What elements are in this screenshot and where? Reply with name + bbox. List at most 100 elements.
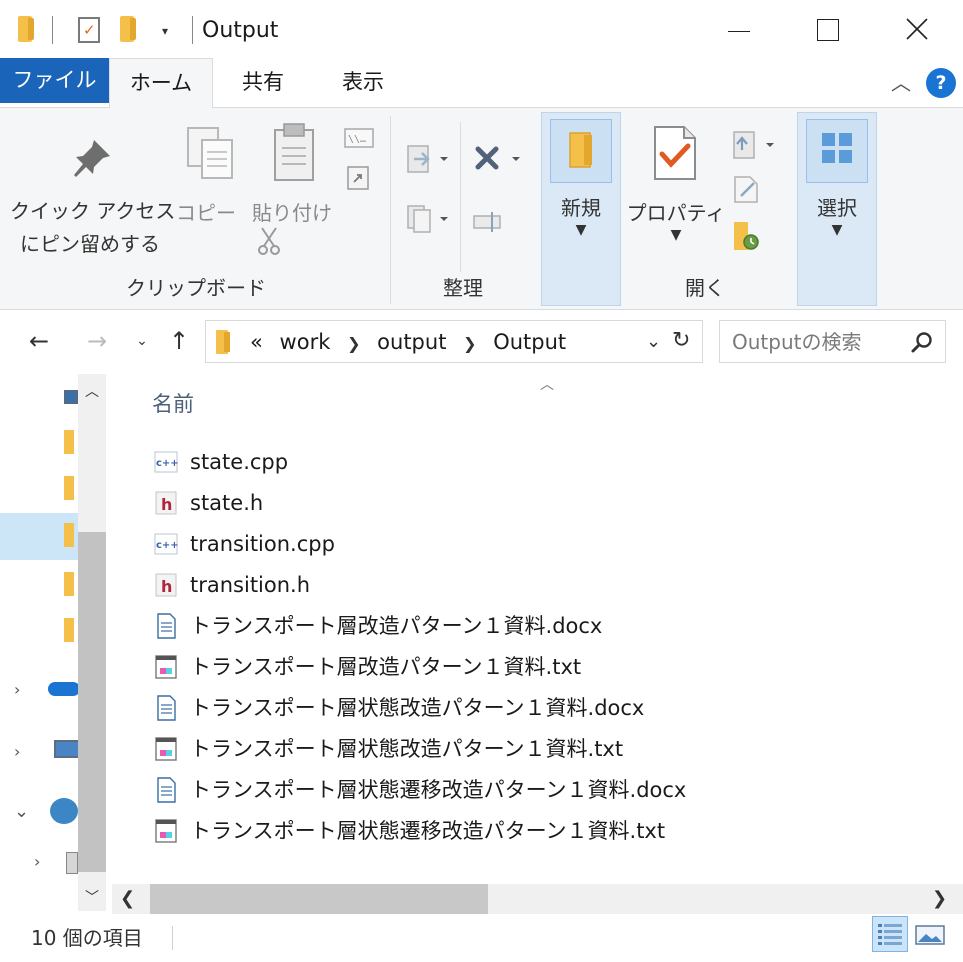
minimize-button[interactable]: [694, 0, 784, 58]
file-item[interactable]: トランスポート層状態遷移改造パターン１資料.docx: [148, 771, 848, 809]
status-bar: 10 個の項目: [0, 914, 963, 962]
pin-icon: [74, 140, 110, 177]
nav-item-folder[interactable]: [0, 612, 80, 652]
nav-item-folder[interactable]: [0, 566, 80, 606]
breadcrumb-output-current[interactable]: Output: [493, 330, 566, 354]
svg-text:h: h: [161, 495, 172, 514]
scrollbar-thumb[interactable]: [78, 532, 106, 872]
tab-file[interactable]: ファイル: [0, 58, 109, 103]
forward-icon[interactable]: →: [80, 325, 114, 357]
pc-icon: [54, 740, 80, 758]
help-icon[interactable]: ?: [926, 68, 956, 98]
address-bar[interactable]: « work ❯ output ❯ Output ⌄ ↻: [205, 320, 703, 363]
svg-text:h: h: [161, 577, 172, 596]
breadcrumb-work[interactable]: work: [280, 330, 331, 354]
file-item[interactable]: c++ transition.cpp: [148, 525, 848, 563]
tab-view[interactable]: 表示: [320, 58, 406, 103]
open-icon[interactable]: [732, 130, 782, 160]
column-header-name[interactable]: 名前: [152, 391, 194, 417]
search-icon[interactable]: [910, 331, 934, 355]
maximize-button[interactable]: [782, 0, 872, 58]
edit-icon[interactable]: [732, 174, 760, 204]
file-name: トランスポート層状態改造パターン１資料.txt: [190, 737, 624, 761]
file-item[interactable]: トランスポート層改造パターン１資料.docx: [148, 607, 848, 645]
breadcrumb-chevron-icon[interactable]: ❯: [463, 334, 476, 353]
nav-item-folder[interactable]: [0, 470, 80, 510]
refresh-icon[interactable]: ↻: [672, 327, 690, 355]
folder-icon: [64, 476, 74, 500]
tab-share[interactable]: 共有: [220, 58, 306, 103]
properties-quick-icon[interactable]: ✓: [78, 17, 100, 43]
folder-icon: [64, 523, 74, 547]
status-separator: [172, 926, 173, 950]
nav-item-onedrive[interactable]: ›: [0, 672, 80, 712]
delete-icon[interactable]: [472, 144, 524, 174]
customize-quick-access-icon[interactable]: ▾: [158, 24, 172, 38]
breadcrumb-output[interactable]: output: [377, 330, 446, 354]
scroll-down-icon[interactable]: ﹀: [78, 886, 106, 910]
new-button[interactable]: 新規 ▼: [541, 112, 621, 306]
breadcrumb-chevron-icon[interactable]: ❯: [347, 334, 360, 353]
pin-quick-access-button[interactable]: クイック アクセス にピン留めする: [10, 118, 175, 268]
paste-button[interactable]: 貼り付け: [250, 118, 340, 238]
history-icon[interactable]: [732, 220, 762, 254]
details-view-button[interactable]: [872, 916, 908, 952]
large-icons-view-button[interactable]: [914, 922, 946, 948]
rename-icon[interactable]: [472, 208, 506, 238]
scroll-right-icon[interactable]: ❯: [932, 886, 947, 912]
search-box[interactable]: [719, 320, 946, 363]
address-dropdown-icon[interactable]: ⌄: [646, 328, 661, 356]
nav-item-selected[interactable]: [0, 513, 80, 560]
file-name: トランスポート層改造パターン１資料.txt: [190, 655, 582, 679]
close-button[interactable]: [872, 0, 962, 58]
nav-item-pc[interactable]: ›: [0, 734, 80, 774]
collapse-chevron-icon[interactable]: ⌄: [14, 802, 29, 822]
properties-button[interactable]: プロパティ ▼: [626, 118, 726, 268]
file-name: トランスポート層状態遷移改造パターン１資料.txt: [190, 819, 666, 843]
horizontal-scrollbar[interactable]: ❮ ❯: [112, 884, 963, 914]
details-view-icon: [878, 924, 902, 945]
search-input[interactable]: [732, 327, 902, 357]
file-item[interactable]: トランスポート層改造パターン１資料.txt: [148, 648, 848, 686]
copy-button[interactable]: コピー: [176, 118, 240, 238]
window-title: Output: [202, 18, 279, 43]
move-to-icon[interactable]: [406, 144, 450, 174]
nav-item-network-child[interactable]: ›: [0, 844, 80, 884]
file-item[interactable]: h transition.h: [148, 566, 848, 604]
copy-to-icon[interactable]: [406, 204, 450, 234]
copy-path-icon[interactable]: \\…: [344, 128, 374, 148]
expand-chevron-icon[interactable]: ›: [14, 680, 20, 700]
file-item[interactable]: トランスポート層状態改造パターン１資料.txt: [148, 730, 848, 768]
file-item[interactable]: トランスポート層状態遷移改造パターン１資料.txt: [148, 812, 848, 850]
file-item[interactable]: h state.h: [148, 484, 848, 522]
file-name: transition.h: [190, 573, 311, 597]
back-icon[interactable]: ←: [22, 325, 56, 357]
paste-shortcut-icon[interactable]: [347, 164, 369, 190]
collapse-ribbon-icon[interactable]: ︿: [886, 68, 916, 98]
scrollbar-thumb[interactable]: [150, 884, 488, 914]
file-item[interactable]: トランスポート層状態改造パターン１資料.docx: [148, 689, 848, 727]
svg-text:\\…: \\…: [348, 134, 366, 145]
cut-icon[interactable]: [256, 226, 282, 256]
file-name: transition.cpp: [190, 532, 335, 556]
breadcrumb-overflow[interactable]: «: [250, 330, 263, 354]
expand-chevron-icon[interactable]: ›: [14, 742, 20, 762]
up-icon[interactable]: ↑: [164, 325, 194, 357]
folder-icon: [64, 618, 74, 642]
select-button[interactable]: 選択 ▼: [797, 112, 877, 306]
nav-item-pictures[interactable]: [0, 380, 80, 420]
scroll-up-icon[interactable]: ︿: [78, 380, 106, 404]
scroll-left-icon[interactable]: ❮: [120, 886, 135, 912]
file-item[interactable]: c++ state.cpp: [148, 443, 848, 481]
nav-item-downloads[interactable]: [0, 424, 80, 464]
close-icon: [906, 18, 928, 40]
txt-file-icon: [152, 654, 180, 680]
navigation-scrollbar[interactable]: ︿ ﹀: [78, 374, 106, 911]
downloads-folder-icon: [64, 430, 74, 454]
onedrive-icon: [48, 682, 80, 696]
expand-chevron-icon[interactable]: ›: [34, 852, 40, 872]
recent-locations-icon[interactable]: ⌄: [130, 325, 154, 357]
quick-access-separator: [52, 16, 53, 44]
tab-home[interactable]: ホーム: [109, 58, 213, 108]
nav-item-network[interactable]: ⌄: [0, 794, 80, 834]
